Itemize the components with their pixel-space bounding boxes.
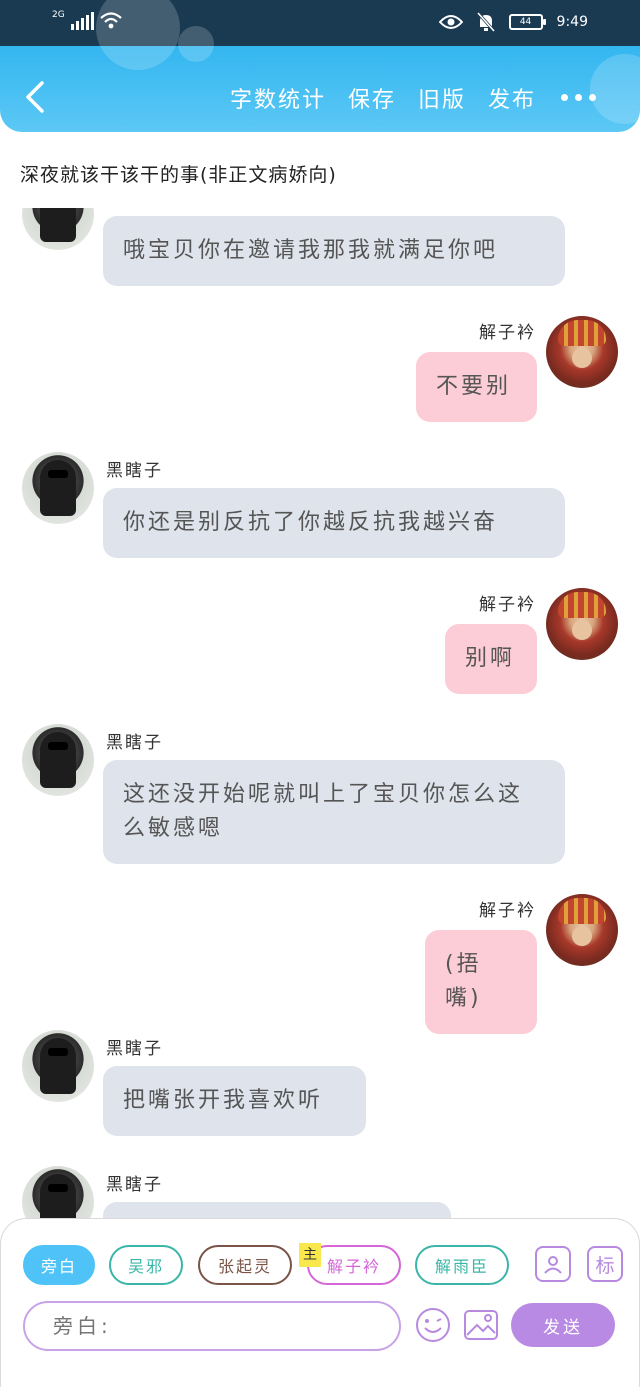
sender-name: 黑瞎子 (106, 1039, 163, 1059)
avatar[interactable] (22, 724, 94, 796)
message-bubble[interactable]: 你还是别反抗了你越反抗我越兴奋 (103, 488, 565, 558)
network-type: 2G (52, 10, 65, 20)
signal-icon (70, 12, 94, 30)
message-bubble[interactable]: 这还没开始呢就叫上了宝贝你怎么这么敏感嗯 (103, 760, 565, 864)
message-bubble[interactable]: (捂嘴) (425, 930, 537, 1034)
message-bubble[interactable]: 不要别 (416, 352, 537, 422)
role-chip-zhangqiling[interactable]: 张起灵 (198, 1245, 292, 1285)
wifi-icon (99, 12, 122, 29)
message-bubble[interactable]: 别啊 (445, 624, 537, 694)
composer-panel: 旁白 吴邪 张起灵 解子衿 主 解雨臣 标 发送 (0, 1218, 640, 1387)
old-version-button[interactable]: 旧版 (418, 82, 466, 114)
top-bar: 2G 44 9:49 字数统计 保存 旧版 发布 (0, 0, 640, 132)
avatar[interactable] (22, 452, 94, 524)
mark-button[interactable]: 标 (587, 1246, 623, 1282)
header-actions: 字数统计 保存 旧版 发布 (230, 82, 536, 114)
role-chip-xieyuchen[interactable]: 解雨臣 (415, 1245, 509, 1285)
save-button[interactable]: 保存 (348, 82, 396, 114)
role-chip-xiezijin[interactable]: 解子衿 (307, 1245, 401, 1285)
avatar[interactable] (546, 894, 618, 966)
word-count-button[interactable]: 字数统计 (230, 82, 326, 114)
back-arrow-icon[interactable] (22, 80, 48, 114)
avatar[interactable] (22, 1166, 94, 1218)
sender-name: 黑瞎子 (106, 733, 163, 753)
sender-name: 解子衿 (479, 595, 536, 615)
mute-bell-icon (476, 12, 495, 32)
main-role-badge: 主 (299, 1243, 321, 1267)
emoji-icon[interactable] (415, 1307, 451, 1343)
clock: 9:49 (556, 14, 588, 30)
eye-icon (438, 15, 463, 29)
image-icon[interactable] (463, 1307, 499, 1343)
status-bar: 2G 44 9:49 (0, 10, 640, 38)
avatar[interactable] (22, 1030, 94, 1102)
avatar[interactable] (22, 208, 94, 250)
publish-button[interactable]: 发布 (488, 82, 536, 114)
chat-area[interactable]: 哦宝贝你在邀请我那我就满足你吧 解子衿 不要别 黑瞎子 你还是别反抗了你越反抗我… (0, 208, 640, 1218)
message-bubble[interactable]: 哦宝贝你在邀请我那我就满足你吧 (103, 216, 565, 286)
sender-name: 解子衿 (479, 901, 536, 921)
message-bubble[interactable]: 把嘴张开我喜欢听 (103, 1066, 366, 1136)
role-chip-narrator[interactable]: 旁白 (23, 1245, 95, 1285)
more-icon[interactable] (561, 94, 596, 101)
avatar[interactable] (546, 316, 618, 388)
header-nav: 字数统计 保存 旧版 发布 (0, 70, 640, 126)
battery-icon: 44 (508, 14, 546, 30)
send-button[interactable]: 发送 (511, 1303, 615, 1347)
sender-name: 黑瞎子 (106, 1175, 163, 1195)
role-chip-wuxie[interactable]: 吴邪 (109, 1245, 183, 1285)
page-title: 深夜就该干该干的事(非正文病娇向) (20, 164, 337, 186)
sender-name: 解子衿 (479, 323, 536, 343)
avatar[interactable] (546, 588, 618, 660)
message-input[interactable] (23, 1301, 401, 1351)
message-bubble[interactable] (103, 1202, 451, 1218)
sender-name: 黑瞎子 (106, 461, 163, 481)
add-character-icon[interactable] (535, 1246, 571, 1282)
